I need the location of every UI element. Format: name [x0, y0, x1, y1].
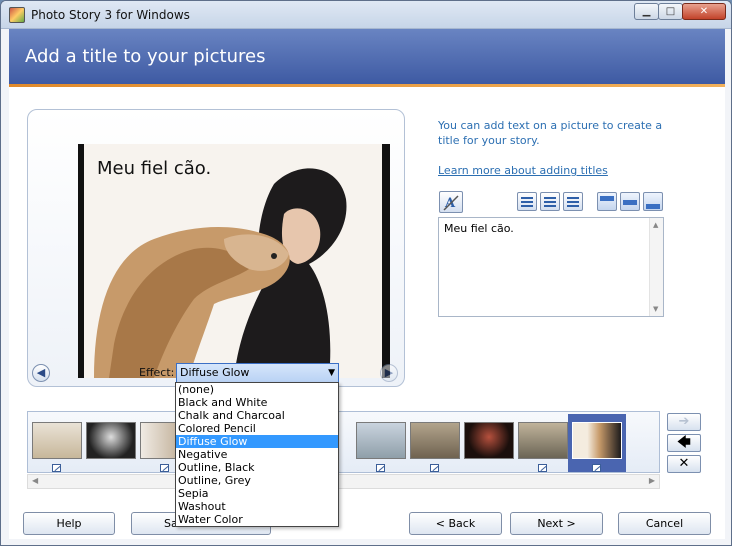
thumbnail-6[interactable]	[464, 422, 514, 459]
effect-option[interactable]: Sepia	[176, 487, 338, 500]
align-right-button[interactable]	[563, 192, 583, 211]
photo-preview: Meu fiel cão.	[78, 144, 390, 378]
close-button[interactable]: ✕	[682, 3, 726, 20]
thumbnail-2[interactable]	[86, 422, 136, 459]
scroll-left-icon: ◀	[32, 476, 39, 485]
next-button[interactable]: Next >	[510, 512, 603, 535]
position-bottom-button[interactable]	[643, 192, 663, 211]
maximize-button[interactable]: □	[658, 3, 683, 20]
photo-title-text: Meu fiel cão.	[97, 158, 212, 179]
edit-icon[interactable]	[160, 464, 169, 472]
effect-option[interactable]: (none)	[176, 383, 338, 396]
text-scrollbar[interactable]: ▲ ▼	[649, 218, 663, 316]
minimize-button[interactable]: ▁	[634, 3, 659, 20]
position-middle-icon	[623, 200, 637, 205]
scroll-down-icon: ▼	[653, 305, 659, 313]
effect-option[interactable]: Black and White	[176, 396, 338, 409]
position-top-button[interactable]	[597, 192, 617, 211]
align-right-icon-line	[567, 201, 579, 203]
next-picture-button[interactable]: ▶	[380, 364, 398, 382]
effect-option[interactable]: Water Color	[176, 513, 338, 526]
photo-story-window: Photo Story 3 for Windows ▁ □ ✕ Add a ti…	[0, 0, 732, 546]
thumbnail-5[interactable]	[410, 422, 460, 459]
thumbnail-1[interactable]	[32, 422, 82, 459]
page-header: Add a title to your pictures	[9, 29, 725, 84]
title-text-value: Meu fiel cão.	[444, 222, 514, 235]
right-arrow-icon: ▶	[384, 366, 394, 379]
cancel-button[interactable]: Cancel	[618, 512, 711, 535]
remove-picture-button[interactable]: ✕	[667, 455, 701, 473]
effect-option[interactable]: Outline, Grey	[176, 474, 338, 487]
previous-picture-button[interactable]: ◀	[32, 364, 50, 382]
font-button[interactable]: A	[439, 191, 463, 213]
effect-select-value: Diffuse Glow	[180, 366, 250, 379]
effect-option[interactable]: Colored Pencil	[176, 422, 338, 435]
effect-option[interactable]: Washout	[176, 500, 338, 513]
thumbnail-4[interactable]	[356, 422, 406, 459]
edit-icon[interactable]	[592, 464, 601, 472]
move-left-button[interactable]: 🡄	[667, 434, 701, 452]
remove-icon: ✕	[678, 456, 690, 471]
effect-option[interactable]: Negative	[176, 448, 338, 461]
filmstrip-scrollbar[interactable]: ◀ ▶	[27, 474, 660, 489]
effect-option[interactable]: Outline, Black	[176, 461, 338, 474]
edit-icon[interactable]	[52, 464, 61, 472]
learn-more-link[interactable]: Learn more about adding titles	[438, 164, 608, 177]
back-button[interactable]: < Back	[409, 512, 502, 535]
effect-option[interactable]: Chalk and Charcoal	[176, 409, 338, 422]
position-top-icon	[600, 196, 614, 201]
left-arrow-icon: ◀	[36, 366, 46, 379]
edit-icon[interactable]	[538, 464, 547, 472]
thumbnail-8-selected[interactable]	[572, 422, 622, 459]
title-text-input[interactable]: Meu fiel cão. ▲ ▼	[438, 217, 664, 317]
left-arrow-icon: 🡄	[677, 435, 691, 450]
thumbnail-7[interactable]	[518, 422, 568, 459]
window-title: Photo Story 3 for Windows	[31, 8, 190, 22]
align-left-icon-line	[521, 201, 533, 203]
effect-label: Effect:	[139, 366, 175, 379]
right-arrow-icon: ➔	[678, 414, 690, 429]
dropdown-arrow-icon: ▼	[328, 368, 335, 378]
effect-dropdown-list[interactable]: (none) Black and White Chalk and Charcoal C…	[175, 382, 339, 527]
scroll-right-icon: ▶	[648, 476, 655, 485]
move-right-button[interactable]: ➔	[667, 413, 701, 431]
edit-icon[interactable]	[430, 464, 439, 472]
help-button[interactable]: Help	[23, 512, 115, 535]
scroll-up-icon: ▲	[653, 221, 659, 229]
position-middle-button[interactable]	[620, 192, 640, 211]
photo-image: Meu fiel cão.	[84, 144, 382, 378]
position-bottom-icon	[646, 204, 660, 209]
align-left-button[interactable]	[517, 192, 537, 211]
font-edit-icon: A	[443, 195, 459, 211]
preview-panel: Meu fiel cão. ◀ ▶	[27, 109, 405, 387]
title-bar: Photo Story 3 for Windows ▁ □ ✕	[1, 1, 731, 29]
app-icon	[9, 7, 25, 23]
effect-option[interactable]: Diffuse Glow	[176, 435, 338, 448]
align-center-icon-line	[544, 201, 556, 203]
help-text: You can add text on a picture to create …	[438, 119, 663, 147]
page-title: Add a title to your pictures	[25, 46, 266, 67]
align-center-button[interactable]	[540, 192, 560, 211]
filmstrip	[27, 411, 660, 473]
edit-icon[interactable]	[376, 464, 385, 472]
dog-and-woman-photo	[84, 144, 382, 378]
main-panel: Meu fiel cão. ◀ ▶ Effect: Diffuse Glow ▼…	[9, 87, 725, 539]
effect-select[interactable]: Diffuse Glow ▼	[176, 363, 339, 383]
